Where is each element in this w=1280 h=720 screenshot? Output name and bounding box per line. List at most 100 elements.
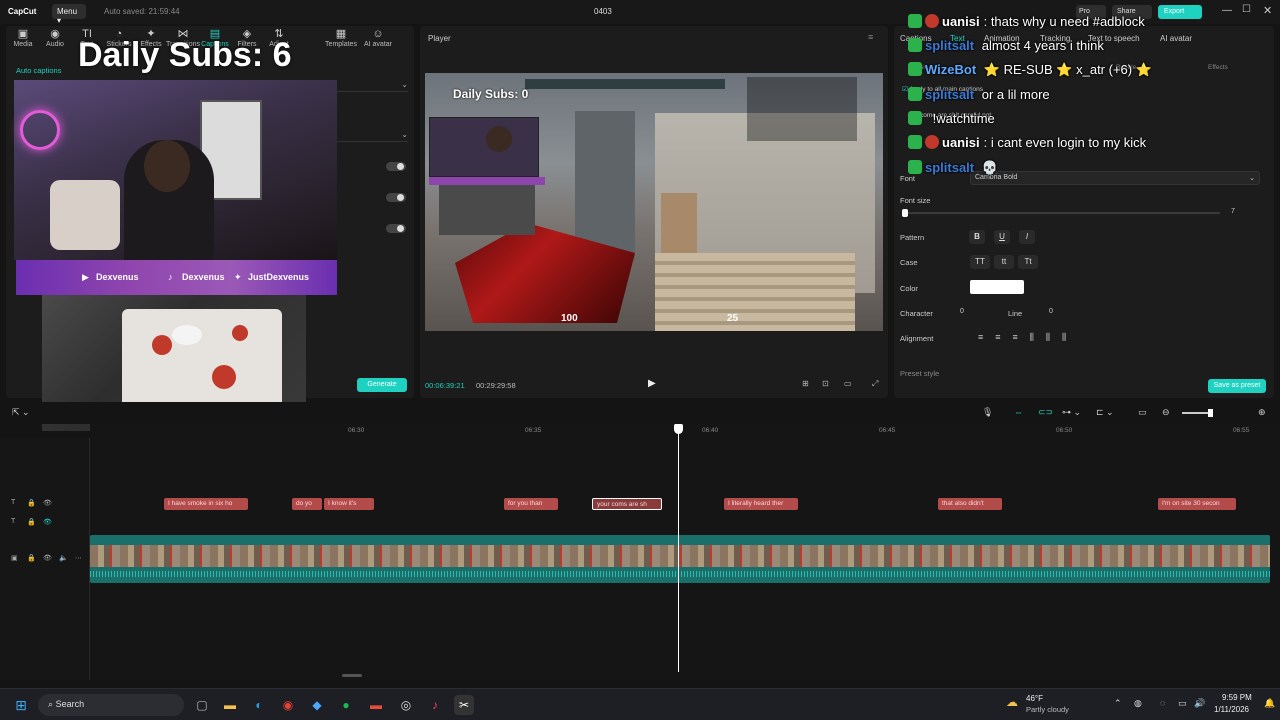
- tool-ai-avatar[interactable]: ☺ AI avatar: [358, 28, 398, 48]
- font-size-slider[interactable]: [902, 209, 1220, 217]
- game-ammo: 25: [727, 313, 739, 324]
- line-value[interactable]: 0: [1049, 308, 1053, 315]
- color-swatch[interactable]: [970, 280, 1024, 294]
- preset-style-label: Preset style: [900, 369, 940, 378]
- color-label: Color: [900, 284, 918, 293]
- weather-icon[interactable]: ☁: [1006, 695, 1018, 709]
- volume-icon[interactable]: 🔊: [1194, 698, 1205, 709]
- eye-icon-3[interactable]: 👁: [43, 554, 52, 562]
- zoom-out-icon[interactable]: ⊖: [1162, 407, 1170, 418]
- chrome-icon[interactable]: ◉: [278, 695, 298, 715]
- font-size-value[interactable]: 7: [1231, 208, 1235, 215]
- notification-icon[interactable]: 🔔: [1264, 698, 1275, 709]
- dropdown-chevron-icon-2[interactable]: ⌄: [336, 130, 408, 142]
- export-button[interactable]: Export: [1158, 5, 1202, 19]
- autosave-status: Auto saved: 21:59:44: [104, 7, 180, 16]
- case-title[interactable]: Tt: [1018, 255, 1038, 269]
- timeline-toolbar: ⇱ ⌄ 🎙 ⇔ ⊂⊃ ⊶ ⌄ ⊏ ⌄ ▭ ⊖ ⊕: [0, 402, 1280, 424]
- templates-icon: ▦: [335, 28, 347, 40]
- close-icon[interactable]: ✕: [1263, 4, 1272, 17]
- dropdown-chevron-icon[interactable]: ⌄: [336, 80, 408, 92]
- caption-icon[interactable]: ▭: [1138, 407, 1147, 418]
- preview-axis-icon[interactable]: ⊏ ⌄: [1096, 407, 1114, 418]
- eye-icon-2[interactable]: 👁: [43, 518, 52, 526]
- toggle-2[interactable]: [386, 193, 406, 202]
- font-select[interactable]: Cambria Bold ⌄: [970, 171, 1260, 185]
- tool-audio[interactable]: ◉ Audio: [38, 28, 72, 48]
- capcut-app-icon[interactable]: ✂: [454, 695, 474, 715]
- menu-button[interactable]: Menu ▾: [52, 4, 86, 25]
- bold-button[interactable]: B: [969, 230, 985, 244]
- lock-icon-2[interactable]: 🔒: [27, 518, 36, 526]
- spotify-icon[interactable]: ●: [336, 695, 356, 715]
- play-icon[interactable]: ▶: [648, 378, 656, 389]
- toggle-1[interactable]: [386, 162, 406, 171]
- subtab-effects[interactable]: Effects: [1208, 64, 1228, 71]
- lock-icon[interactable]: 🔒: [27, 499, 36, 507]
- taskbar-search[interactable]: ⌕ Search: [38, 694, 184, 716]
- more-icon[interactable]: ⋯: [75, 554, 82, 562]
- obs-icon[interactable]: ◎: [396, 695, 416, 715]
- tray-app-icon[interactable]: ◍: [1134, 698, 1142, 709]
- magnet-icon[interactable]: ⊂⊃: [1038, 407, 1053, 418]
- mic-icon[interactable]: 🎙: [982, 407, 993, 418]
- maximize-icon[interactable]: ☐: [1242, 4, 1251, 15]
- app-icon[interactable]: ◆: [307, 695, 327, 715]
- zoom-icon[interactable]: ⊡: [822, 379, 829, 388]
- edge-icon[interactable]: ◐: [249, 695, 269, 715]
- caption-clip-selected[interactable]: your coms are sh: [592, 498, 662, 510]
- lock-icon-3[interactable]: 🔒: [27, 554, 36, 562]
- tab-ai-avatar[interactable]: AI avatar: [1160, 34, 1192, 43]
- file-explorer-icon[interactable]: ▬: [220, 695, 240, 715]
- underline-button[interactable]: U: [994, 230, 1010, 244]
- expand-icon[interactable]: ⤢: [872, 379, 878, 389]
- zoom-in-icon[interactable]: ⊕: [1258, 407, 1266, 418]
- case-upper[interactable]: TT: [970, 255, 990, 269]
- link-icon[interactable]: ⇔: [1014, 407, 1023, 417]
- media-app-icon[interactable]: ▬: [366, 695, 386, 715]
- tiktok-app-icon[interactable]: ♪: [425, 695, 445, 715]
- generate-button[interactable]: Generate: [357, 378, 407, 392]
- toggle-3[interactable]: [386, 224, 406, 233]
- clock-time[interactable]: 9:59 PM: [1222, 693, 1252, 702]
- clock-date[interactable]: 1/11/2026: [1214, 705, 1249, 714]
- caption-clip[interactable]: for you than: [504, 498, 558, 510]
- horizontal-scrollbar[interactable]: [342, 674, 362, 677]
- zoom-slider[interactable]: [1182, 409, 1213, 417]
- search-icon: ⌕: [48, 699, 54, 709]
- tray-icon-2[interactable]: ◌: [1160, 698, 1165, 708]
- select-tool-icon[interactable]: ⇱ ⌄: [12, 407, 30, 418]
- caption-clip[interactable]: that also didn't: [938, 498, 1002, 510]
- video-preview[interactable]: Daily Subs: 0 100 25: [425, 73, 883, 331]
- task-view-icon[interactable]: ▢: [192, 695, 212, 715]
- windows-start-icon[interactable]: ⊞: [11, 695, 31, 715]
- minimize-icon[interactable]: —: [1222, 5, 1232, 16]
- split-icon[interactable]: ⊶ ⌄: [1062, 407, 1081, 418]
- network-icon[interactable]: ▭: [1178, 698, 1187, 709]
- eye-icon[interactable]: 👁: [43, 499, 52, 507]
- weather-temp: 46°F: [1026, 694, 1043, 703]
- caption-clip[interactable]: I know it's: [324, 498, 374, 510]
- fullscreen-preview-icon[interactable]: ⊞: [802, 379, 809, 388]
- caption-clip[interactable]: do yo: [292, 498, 322, 510]
- game-daily-subs: Daily Subs: 0: [453, 87, 529, 101]
- video-clip[interactable]: [90, 535, 1270, 583]
- character-value[interactable]: 0: [960, 308, 964, 315]
- alignment-icons[interactable]: ≡≡≡⫼⫼⫼: [978, 332, 1078, 343]
- tool-templates[interactable]: ▦ Templates: [322, 28, 360, 48]
- italic-button[interactable]: I: [1019, 230, 1035, 244]
- caption-clip[interactable]: I have smoke in six ho: [164, 498, 248, 510]
- timeline-tracks[interactable]: I have smoke in six ho do yo I know it's…: [90, 424, 1280, 680]
- player-menu-icon[interactable]: ≡: [868, 32, 873, 42]
- caption-clip[interactable]: I'm on site 30 secon: [1158, 498, 1236, 510]
- tray-chevron-icon[interactable]: ⌃: [1114, 698, 1122, 709]
- subtab-auto-captions[interactable]: Auto captions: [16, 66, 61, 75]
- timeline-ruler[interactable]: 06:30 06:35 06:40 06:45 06:50 06:55: [90, 424, 1280, 438]
- save-preset-button[interactable]: Save as preset: [1208, 379, 1266, 393]
- audio-mute-icon[interactable]: 🔈: [59, 554, 68, 562]
- caption-clip[interactable]: I literally heard ther: [724, 498, 798, 510]
- playhead[interactable]: [674, 424, 683, 672]
- case-lower[interactable]: tt: [994, 255, 1014, 269]
- tool-media[interactable]: ▣ Media: [6, 28, 40, 48]
- ratio-icon[interactable]: ▭: [844, 379, 852, 388]
